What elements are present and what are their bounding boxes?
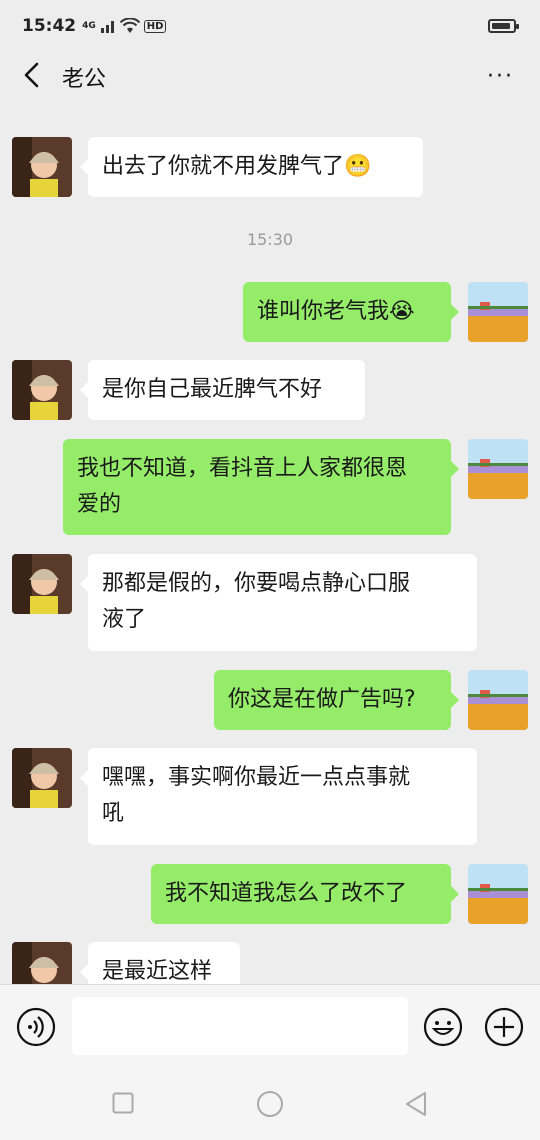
circle-icon[interactable] (256, 1090, 284, 1118)
message-text-line: 我也不知道，看抖音上人家都很恩 (77, 456, 408, 481)
plus-icon[interactable] (484, 1007, 524, 1047)
message-text: 我不知道我怎么了改不了 (165, 881, 408, 906)
contact-avatar[interactable] (12, 942, 72, 984)
triangle-back-icon[interactable] (403, 1090, 429, 1118)
message-text-line: 液了 (102, 607, 147, 632)
message-bubble[interactable]: 嘿嘿，事实啊你最近一点点事就 吼 (80, 748, 477, 845)
message-bubble[interactable]: 出去了你就不用发脾气了😬 (80, 137, 423, 197)
wifi-icon (119, 18, 140, 33)
voice-icon[interactable] (16, 1007, 56, 1047)
message-text: 出去了你就不用发脾气了😬 (102, 154, 372, 179)
contact-avatar[interactable] (12, 748, 72, 808)
emoji-icon[interactable] (423, 1007, 463, 1047)
status-bar: 15:42 4G HD (0, 0, 540, 52)
message-text-line: 嘿嘿，事实啊你最近一点点事就 (102, 765, 411, 790)
square-icon[interactable] (112, 1092, 134, 1114)
contact-avatar[interactable] (12, 137, 72, 197)
message-bubble[interactable]: 那都是假的，你要喝点静心口服 液了 (80, 554, 477, 651)
message-bubble[interactable]: 谁叫你老气我😭 (243, 282, 459, 342)
message-text-line: 爱的 (77, 492, 122, 517)
my-avatar[interactable] (468, 282, 528, 342)
contact-avatar[interactable] (12, 554, 72, 614)
message-bubble[interactable]: 我也不知道，看抖音上人家都很恩 爱的 (63, 439, 459, 535)
more-icon[interactable]: ··· (487, 64, 514, 89)
message-text: 你这是在做广告吗? (228, 687, 416, 712)
system-navigation-bar (0, 1070, 540, 1140)
back-arrow-icon[interactable] (18, 60, 48, 90)
my-avatar[interactable] (468, 864, 528, 924)
timestamp: 15:30 (246, 230, 294, 249)
message-input[interactable] (72, 997, 408, 1055)
message-bubble[interactable]: 你这是在做广告吗? (214, 670, 459, 730)
message-text: 是你自己最近脾气不好 (102, 377, 323, 402)
battery-icon (488, 19, 519, 33)
my-avatar[interactable] (468, 670, 528, 730)
message-bubble[interactable]: 我不知道我怎么了改不了 (151, 864, 459, 924)
input-bar (0, 984, 540, 1070)
signal-icon (100, 21, 114, 33)
message-text-line: 那都是假的，你要喝点静心口服 (102, 571, 411, 596)
message-list[interactable]: 出去了你就不用发脾气了😬 15:30 谁叫你老气我😭 是你自己最近脾气不好 我也… (0, 100, 540, 984)
message-text-line: 吼 (102, 801, 125, 826)
chat-header: 老公 ··· (0, 52, 540, 100)
status-icons: 4G HD (82, 18, 167, 34)
chat-title: 老公 (62, 67, 107, 92)
hd-label: HD (143, 19, 167, 33)
message-text: 是最近这样 (102, 959, 213, 984)
status-time: 15:42 (22, 16, 77, 36)
message-bubble[interactable]: 是最近这样 (80, 942, 240, 984)
message-text: 谁叫你老气我😭 (257, 299, 415, 324)
contact-avatar[interactable] (12, 360, 72, 420)
my-avatar[interactable] (468, 439, 528, 499)
network-label: 4G (82, 21, 96, 31)
message-bubble[interactable]: 是你自己最近脾气不好 (80, 360, 365, 420)
